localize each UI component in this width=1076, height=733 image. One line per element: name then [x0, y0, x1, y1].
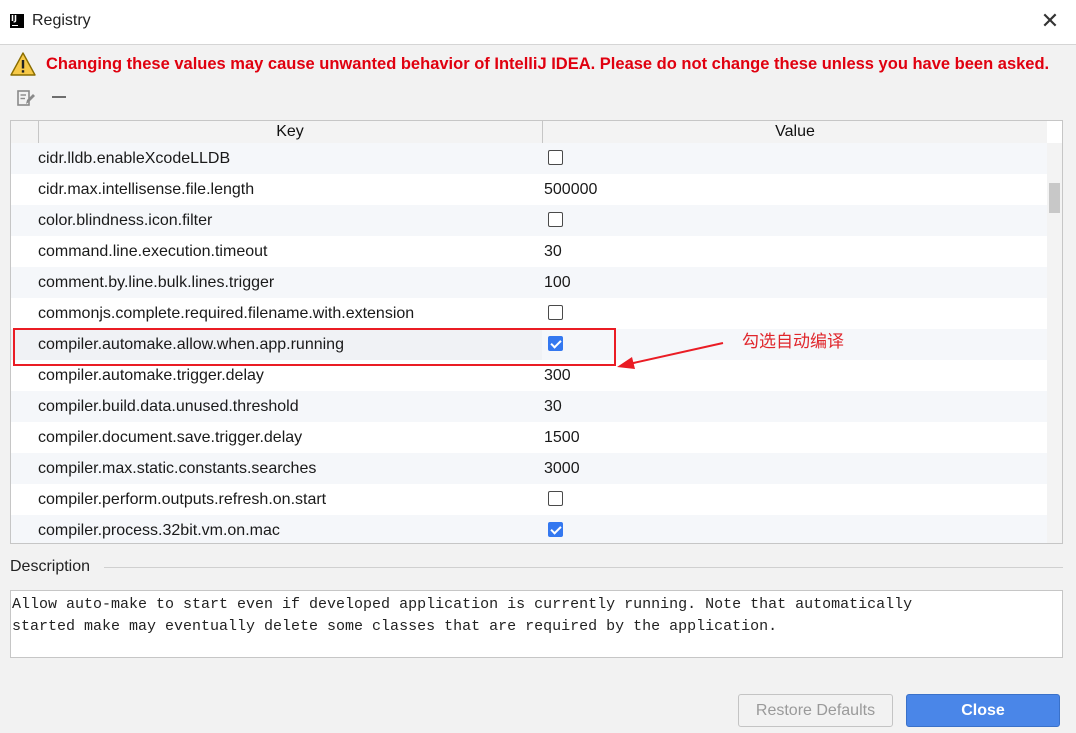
table-row[interactable]: cidr.max.intellisense.file.length 500000: [11, 174, 1047, 205]
row-value[interactable]: 1500: [544, 422, 580, 453]
close-icon[interactable]: ✕: [1036, 8, 1064, 36]
row-key: comment.by.line.bulk.lines.trigger: [38, 274, 275, 291]
table-row[interactable]: compiler.process.32bit.vm.on.mac: [11, 515, 1047, 543]
row-key: compiler.document.save.trigger.delay: [38, 429, 303, 446]
row-value[interactable]: 3000: [544, 453, 580, 484]
title-bar: IJ Registry ✕: [0, 0, 1076, 45]
scrollbar-thumb[interactable]: [1049, 183, 1060, 213]
column-header-value[interactable]: Value: [543, 121, 1047, 143]
description-text: Allow auto-make to start even if develop…: [10, 590, 1063, 658]
warning-icon: [10, 52, 36, 76]
table-row[interactable]: comment.by.line.bulk.lines.trigger 100: [11, 267, 1047, 298]
description-separator: [104, 567, 1063, 568]
row-key: cidr.max.intellisense.file.length: [38, 181, 255, 198]
table-header: Key Value: [11, 121, 1047, 144]
table-row[interactable]: compiler.document.save.trigger.delay 1500: [11, 422, 1047, 453]
row-key: compiler.max.static.constants.searches: [38, 460, 317, 477]
table-row[interactable]: compiler.perform.outputs.refresh.on.star…: [11, 484, 1047, 515]
checkbox-unchecked[interactable]: [548, 212, 563, 227]
window-title: Registry: [32, 12, 91, 29]
row-value[interactable]: 500000: [544, 174, 597, 205]
row-key: command.line.execution.timeout: [38, 243, 268, 260]
close-button[interactable]: Close: [906, 694, 1060, 727]
row-value[interactable]: 30: [544, 391, 562, 422]
table-row[interactable]: command.line.execution.timeout 30: [11, 236, 1047, 267]
remove-icon[interactable]: [52, 96, 66, 98]
table-row[interactable]: compiler.max.static.constants.searches 30…: [11, 453, 1047, 484]
annotation-arrow: [617, 342, 724, 369]
header-corner: [11, 121, 39, 143]
row-key: compiler.process.32bit.vm.on.mac: [38, 522, 280, 539]
description-label: Description: [10, 558, 91, 575]
intellij-app-icon: IJ: [10, 14, 24, 28]
table-row[interactable]: cidr.lldb.enableXcodeLLDB: [11, 143, 1047, 174]
row-key: compiler.perform.outputs.refresh.on.star…: [38, 491, 327, 508]
checkbox-unchecked[interactable]: [548, 150, 563, 165]
row-value[interactable]: 100: [544, 267, 571, 298]
row-key: color.blindness.icon.filter: [38, 212, 213, 229]
table-row[interactable]: commonjs.complete.required.filename.with…: [11, 298, 1047, 329]
row-key: commonjs.complete.required.filename.with…: [38, 305, 415, 322]
warning-text: Changing these values may cause unwanted…: [46, 55, 1050, 73]
row-key: cidr.lldb.enableXcodeLLDB: [38, 150, 231, 167]
row-value[interactable]: 30: [544, 236, 562, 267]
row-key: compiler.build.data.unused.threshold: [38, 398, 299, 415]
restore-defaults-button[interactable]: Restore Defaults: [738, 694, 893, 727]
checkbox-checked[interactable]: [548, 522, 563, 537]
checkbox-unchecked[interactable]: [548, 491, 563, 506]
annotation-text: 勾选自动编译: [742, 332, 844, 352]
table-row[interactable]: compiler.build.data.unused.threshold 30: [11, 391, 1047, 422]
edit-icon[interactable]: [16, 88, 36, 108]
table-scrollbar[interactable]: [1047, 143, 1062, 543]
annotation-highlight-box: [13, 328, 616, 366]
column-header-key[interactable]: Key: [38, 121, 543, 143]
table-row[interactable]: color.blindness.icon.filter: [11, 205, 1047, 236]
checkbox-unchecked[interactable]: [548, 305, 563, 320]
